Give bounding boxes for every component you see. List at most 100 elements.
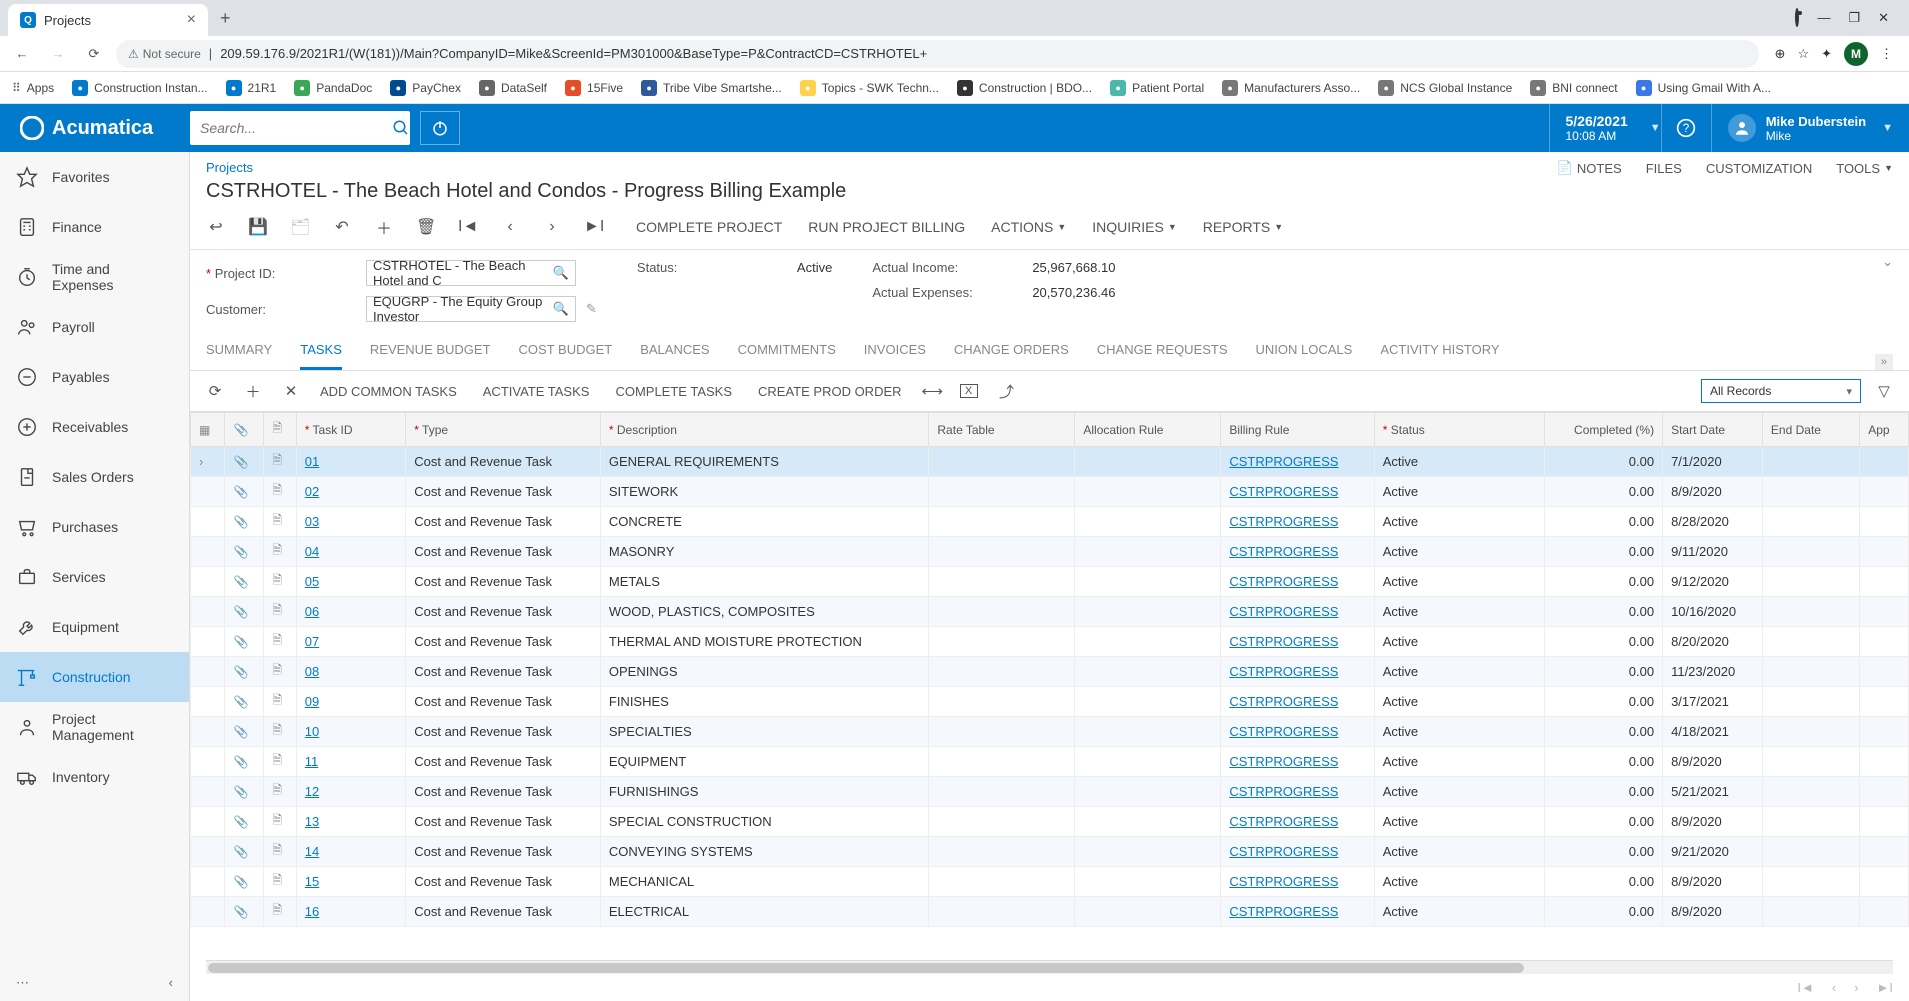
billing-rule-link[interactable]: CSTRPROGRESS	[1229, 484, 1338, 499]
table-row[interactable]: 📎 🗎 12 Cost and Revenue Task FURNISHINGS…	[191, 777, 1909, 807]
complete-tasks-button[interactable]: COMPLETE TASKS	[615, 384, 732, 399]
tab-commitments[interactable]: COMMITMENTS	[738, 332, 836, 370]
bookmark-item[interactable]: ●PayChex	[390, 80, 461, 96]
billing-rule-link[interactable]: CSTRPROGRESS	[1229, 844, 1338, 859]
column-header[interactable]: Completed (%)	[1545, 413, 1663, 447]
breadcrumb-link[interactable]: Projects	[206, 160, 253, 176]
column-header[interactable]: * Task ID	[296, 413, 405, 447]
add-row-icon[interactable]: ＋	[244, 381, 262, 402]
tab-union-locals[interactable]: UNION LOCALS	[1256, 332, 1353, 370]
record-icon[interactable]	[1795, 10, 1799, 26]
table-row[interactable]: 📎 🗎 02 Cost and Revenue Task SITEWORK CS…	[191, 477, 1909, 507]
bookmark-item[interactable]: ●15Five	[565, 80, 623, 96]
task-id-link[interactable]: 11	[305, 754, 319, 769]
note-icon[interactable]: 🗎	[272, 633, 282, 647]
last-page-icon[interactable]: ►I	[1877, 980, 1893, 995]
column-header[interactable]: Rate Table	[929, 413, 1075, 447]
billing-rule-link[interactable]: CSTRPROGRESS	[1229, 754, 1338, 769]
bookmark-item[interactable]: ●DataSelf	[479, 80, 547, 96]
sidebar-item-purchases[interactable]: Purchases	[0, 502, 189, 552]
maximize-icon[interactable]: ❐	[1848, 10, 1860, 26]
bookmark-item[interactable]: ●Patient Portal	[1110, 80, 1204, 96]
billing-rule-link[interactable]: CSTRPROGRESS	[1229, 874, 1338, 889]
bookmark-item[interactable]: ●Construction | BDO...	[957, 80, 1092, 96]
notes-action[interactable]: 📄NOTES	[1557, 160, 1622, 176]
run-project-billing-button[interactable]: RUN PROJECT BILLING	[808, 219, 965, 235]
next-record-icon[interactable]: ›	[542, 218, 562, 236]
task-id-link[interactable]: 02	[305, 484, 319, 499]
note-icon[interactable]: 🗎	[272, 843, 282, 857]
menu-icon[interactable]: ⋮	[1880, 46, 1893, 62]
sidebar-item-finance[interactable]: Finance	[0, 202, 189, 252]
sidebar-item-sales-orders[interactable]: Sales Orders	[0, 452, 189, 502]
attachment-icon[interactable]: 📎	[233, 845, 248, 859]
bookmark-item[interactable]: ●Topics - SWK Techn...	[800, 80, 939, 96]
note-icon[interactable]: 🗎	[272, 603, 282, 617]
edit-icon[interactable]: ✎	[586, 301, 597, 317]
bookmark-item[interactable]: ●Using Gmail With A...	[1636, 80, 1771, 96]
complete-project-button[interactable]: COMPLETE PROJECT	[636, 219, 782, 235]
close-window-icon[interactable]: ✕	[1878, 10, 1889, 26]
tab-activity-history[interactable]: ACTIVITY HISTORY	[1380, 332, 1499, 370]
more-icon[interactable]: ⋯	[16, 975, 29, 991]
column-header[interactable]: Allocation Rule	[1075, 413, 1221, 447]
app-logo[interactable]: Acumatica	[0, 116, 190, 140]
tab-invoices[interactable]: INVOICES	[864, 332, 926, 370]
note-icon[interactable]: 🗎	[272, 513, 282, 527]
task-id-link[interactable]: 15	[305, 874, 319, 889]
column-header[interactable]: App	[1860, 413, 1909, 447]
task-id-link[interactable]: 07	[305, 634, 319, 649]
date-time-display[interactable]: 5/26/2021 10:08 AM	[1549, 104, 1644, 152]
attachment-icon[interactable]: 📎	[233, 755, 248, 769]
column-header[interactable]: 🗎	[264, 413, 296, 447]
refresh-button[interactable]	[420, 111, 460, 145]
forward-button[interactable]: →	[44, 40, 72, 68]
table-row[interactable]: 📎 🗎 13 Cost and Revenue Task SPECIAL CON…	[191, 807, 1909, 837]
billing-rule-link[interactable]: CSTRPROGRESS	[1229, 784, 1338, 799]
export-excel-icon[interactable]: X	[960, 384, 978, 398]
tab-tasks[interactable]: TASKS	[300, 332, 342, 370]
note-icon[interactable]: 🗎	[272, 813, 282, 827]
sidebar-item-receivables[interactable]: Receivables	[0, 402, 189, 452]
first-record-icon[interactable]: I◄	[458, 218, 478, 236]
files-action[interactable]: FILES	[1646, 161, 1682, 176]
table-row[interactable]: 📎 🗎 09 Cost and Revenue Task FINISHES CS…	[191, 687, 1909, 717]
lookup-icon[interactable]: 🔍	[553, 301, 569, 317]
profile-avatar[interactable]: M	[1844, 42, 1868, 66]
billing-rule-link[interactable]: CSTRPROGRESS	[1229, 694, 1338, 709]
next-page-icon[interactable]: ›	[1854, 980, 1858, 995]
note-icon[interactable]: 🗎	[272, 753, 282, 767]
tab-change-orders[interactable]: CHANGE ORDERS	[954, 332, 1069, 370]
table-row[interactable]: 📎 🗎 03 Cost and Revenue Task CONCRETE CS…	[191, 507, 1909, 537]
tools-action[interactable]: TOOLS ▼	[1836, 161, 1893, 176]
billing-rule-link[interactable]: CSTRPROGRESS	[1229, 664, 1338, 679]
tab-summary[interactable]: SUMMARY	[206, 332, 272, 370]
table-row[interactable]: › 📎 🗎 01 Cost and Revenue Task GENERAL R…	[191, 447, 1909, 477]
prev-page-icon[interactable]: ‹	[1832, 980, 1836, 995]
zoom-icon[interactable]: ⊕	[1775, 46, 1786, 62]
search-icon[interactable]	[392, 119, 410, 137]
column-header[interactable]: * Status	[1374, 413, 1544, 447]
attachment-icon[interactable]: 📎	[233, 515, 248, 529]
reports-button[interactable]: REPORTS ▼	[1203, 219, 1283, 235]
billing-rule-link[interactable]: CSTRPROGRESS	[1229, 604, 1338, 619]
column-header[interactable]: * Description	[600, 413, 929, 447]
collapse-form-icon[interactable]: ⌄	[1882, 254, 1893, 270]
customer-input[interactable]: EQUGRP - The Equity Group Investor 🔍	[366, 296, 576, 322]
bookmark-star-icon[interactable]: ☆	[1797, 46, 1809, 62]
minimize-icon[interactable]: —	[1817, 10, 1830, 26]
task-id-link[interactable]: 04	[305, 544, 319, 559]
attachment-icon[interactable]: 📎	[233, 875, 248, 889]
tab-balances[interactable]: BALANCES	[640, 332, 709, 370]
bookmark-item[interactable]: ●PandaDoc	[294, 80, 372, 96]
sidebar-item-services[interactable]: Services	[0, 552, 189, 602]
task-id-link[interactable]: 16	[305, 904, 319, 919]
table-row[interactable]: 📎 🗎 15 Cost and Revenue Task MECHANICAL …	[191, 867, 1909, 897]
bookmark-item[interactable]: ●NCS Global Instance	[1378, 80, 1512, 96]
note-icon[interactable]: 🗎	[272, 573, 282, 587]
note-icon[interactable]: 🗎	[272, 783, 282, 797]
add-icon[interactable]: ＋	[374, 215, 394, 239]
attachment-icon[interactable]: 📎	[233, 785, 248, 799]
task-id-link[interactable]: 10	[305, 724, 319, 739]
tab-change-requests[interactable]: CHANGE REQUESTS	[1097, 332, 1228, 370]
